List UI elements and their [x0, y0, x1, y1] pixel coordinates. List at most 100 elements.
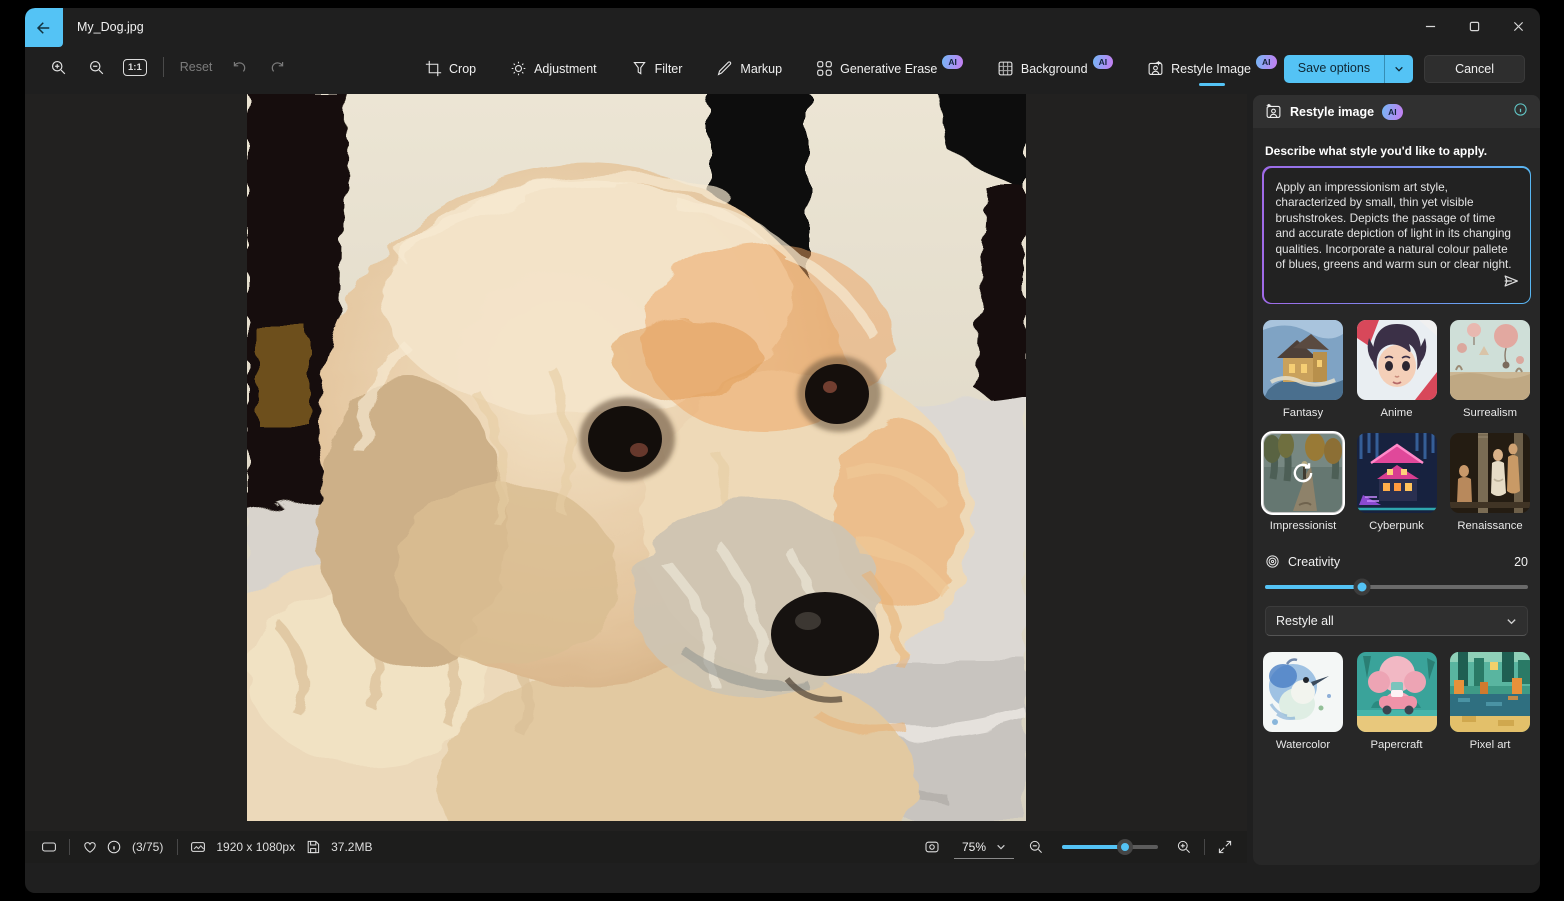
zoom-out-icon[interactable]: [85, 56, 107, 78]
image-dimensions: 1920 x 1080px: [216, 840, 296, 854]
background-icon: [998, 61, 1013, 76]
zoom-in-icon[interactable]: [1172, 835, 1196, 859]
ai-badge: AI: [1256, 54, 1277, 69]
regenerate-overlay[interactable]: [1263, 433, 1343, 513]
filmstrip-icon[interactable]: [37, 835, 61, 859]
maximize-button[interactable]: [1452, 8, 1496, 44]
status-bar: (3/75) 1920 x 1080px 37.2MB 75%: [25, 831, 1247, 863]
dog-painting: [142, 84, 1029, 893]
toolbar-actions: Save options Cancel: [1283, 55, 1525, 83]
ai-badge: AI: [942, 54, 963, 69]
markup-pen-icon: [718, 61, 732, 76]
save-options-button[interactable]: Save options: [1284, 55, 1384, 83]
style-watercolor-thumb[interactable]: [1263, 652, 1343, 732]
generative-erase-icon: [817, 61, 832, 76]
canvas-area: [25, 84, 1247, 893]
divider: [162, 57, 164, 77]
tab-adjustment[interactable]: Adjustment: [508, 54, 599, 86]
style-anime-thumb[interactable]: [1356, 320, 1437, 400]
info-icon[interactable]: [1513, 102, 1528, 122]
style-label: Fantasy: [1282, 407, 1324, 419]
prompt-label: Describe what style you'd like to apply.: [1265, 144, 1488, 158]
panel-title: Restyle image: [1290, 104, 1375, 119]
tab-markup[interactable]: Markup: [714, 54, 784, 86]
creativity-slider[interactable]: [1265, 578, 1528, 596]
prompt-field-border: [1262, 166, 1531, 304]
style-label: Cyberpunk: [1369, 520, 1424, 532]
tab-filter[interactable]: Filter: [629, 54, 685, 86]
style-papercraft-thumb[interactable]: [1356, 652, 1437, 732]
style-label: Pixel art: [1469, 739, 1511, 751]
restyle-all-dropdown[interactable]: Restyle all: [1265, 606, 1528, 636]
file-size: 37.2MB: [331, 840, 373, 854]
file-size-icon: [301, 835, 325, 859]
dimensions-icon: [186, 835, 210, 859]
style-surrealism[interactable]: Surrealism: [1450, 320, 1530, 419]
chevron-down-icon: [997, 844, 1005, 850]
reset-button[interactable]: Reset: [180, 60, 213, 74]
creativity-icon: [1266, 555, 1279, 568]
style-renaissance[interactable]: Renaissance: [1450, 433, 1530, 532]
refresh-icon: [1293, 463, 1313, 483]
creativity-value: 20: [1514, 554, 1528, 569]
tab-background[interactable]: Background AI: [995, 54, 1115, 86]
back-button[interactable]: [25, 8, 63, 47]
window-controls: [1408, 8, 1540, 44]
cancel-button[interactable]: Cancel: [1424, 55, 1525, 83]
creativity-label: Creativity: [1288, 554, 1341, 569]
chevron-down-icon: [1507, 618, 1516, 624]
style-watercolor[interactable]: Watercolor: [1263, 652, 1343, 751]
edit-tabs: Crop Adjustment Filter Markup Generative…: [423, 54, 1279, 86]
photo-counter: (3/75): [132, 840, 164, 854]
tab-crop[interactable]: Crop: [423, 54, 478, 86]
creativity-slider-thumb[interactable]: [1353, 578, 1371, 596]
zoom-out-icon[interactable]: [1024, 835, 1048, 859]
style-grid-row2: Impressionist Cyberpunk Renaissance: [1253, 431, 1540, 532]
style-anime[interactable]: Anime: [1356, 320, 1437, 419]
tab-generative-erase[interactable]: Generative Erase AI: [814, 54, 965, 86]
save-options-split-button: Save options: [1283, 55, 1414, 83]
crop-icon: [425, 60, 442, 77]
minimize-button[interactable]: [1408, 8, 1452, 44]
ai-badge: AI: [1382, 103, 1403, 120]
send-prompt-icon[interactable]: [1502, 272, 1520, 295]
toolbar: 1:1 Reset Crop Adjustment Filter Markup: [25, 52, 1540, 92]
style-grid-row1: Fantasy Anime Surrealism: [1253, 320, 1540, 419]
style-pixel-art-thumb[interactable]: [1450, 652, 1530, 732]
zoom-in-icon[interactable]: [47, 56, 69, 78]
style-cyberpunk-thumb[interactable]: [1356, 433, 1437, 513]
style-label: Renaissance: [1457, 520, 1523, 532]
style-prompt-input[interactable]: [1275, 179, 1518, 272]
fullscreen-icon[interactable]: [1213, 835, 1237, 859]
style-impressionist-thumb[interactable]: [1261, 431, 1345, 515]
zoom-level-value: 75%: [961, 839, 986, 854]
style-label: Impressionist: [1269, 520, 1337, 532]
style-surrealism-thumb[interactable]: [1450, 320, 1530, 400]
photo-my-dog[interactable]: [142, 84, 1029, 893]
file-info-icon[interactable]: [102, 835, 126, 859]
undo-icon[interactable]: [228, 56, 250, 78]
style-fantasy-thumb[interactable]: [1263, 320, 1343, 400]
fit-to-window-icon[interactable]: [920, 835, 944, 859]
style-renaissance-thumb[interactable]: [1450, 433, 1530, 513]
save-options-dropdown[interactable]: [1384, 55, 1413, 83]
ai-badge: AI: [1092, 54, 1114, 69]
actual-size-button[interactable]: 1:1: [123, 58, 147, 76]
style-cyberpunk[interactable]: Cyberpunk: [1356, 433, 1437, 532]
style-label: Anime: [1380, 407, 1413, 419]
redo-icon[interactable]: [266, 56, 288, 78]
style-label: Papercraft: [1370, 739, 1423, 751]
zoom-slider-thumb[interactable]: [1117, 839, 1134, 855]
style-pixel-art[interactable]: Pixel art: [1450, 652, 1530, 751]
favorite-heart-icon[interactable]: [78, 835, 102, 859]
zoom-slider[interactable]: [1062, 839, 1158, 855]
style-papercraft[interactable]: Papercraft: [1356, 652, 1437, 751]
tab-restyle-image[interactable]: Restyle Image AI: [1145, 54, 1278, 86]
style-impressionist[interactable]: Impressionist: [1261, 431, 1345, 532]
close-button[interactable]: [1496, 8, 1540, 44]
style-fantasy[interactable]: Fantasy: [1263, 320, 1343, 419]
filter-icon: [632, 61, 646, 75]
adjustment-sun-icon: [511, 61, 526, 76]
zoom-level-dropdown[interactable]: 75%: [953, 836, 1014, 859]
chevron-down-icon: [1395, 66, 1403, 72]
